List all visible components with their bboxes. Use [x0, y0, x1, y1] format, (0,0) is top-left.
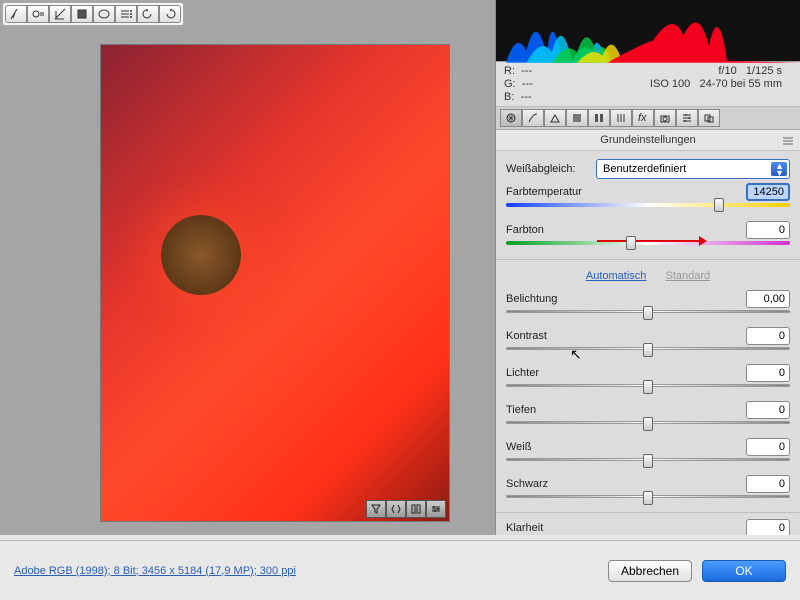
slider-track-2[interactable]: [506, 384, 790, 387]
lens-tab-icon[interactable]: [610, 109, 632, 127]
tint-slider[interactable]: [506, 241, 790, 245]
image-preview[interactable]: [100, 44, 450, 522]
slider-label-1: Kontrast: [506, 330, 547, 342]
slider-handle-2[interactable]: [643, 380, 653, 394]
straighten-tool-icon[interactable]: [71, 5, 93, 23]
aperture: f/10: [718, 65, 736, 77]
chevron-updown-icon: ▲▼: [775, 163, 784, 177]
fx-tab-icon[interactable]: fx: [632, 109, 654, 127]
slider-input-5[interactable]: [746, 475, 790, 493]
panel-menu-icon[interactable]: [782, 136, 794, 149]
slider-label-2: Lichter: [506, 367, 539, 379]
panel-title-text: Grundeinstellungen: [600, 134, 695, 146]
split-tab-icon[interactable]: [588, 109, 610, 127]
rotate-right-icon[interactable]: [159, 5, 181, 23]
shutter: 1/125 s: [746, 65, 782, 77]
temp-label: Farbtemperatur: [506, 186, 582, 198]
tint-label: Farbton: [506, 224, 544, 236]
slider-label-3: Tiefen: [506, 404, 536, 416]
crop-tool-icon[interactable]: [49, 5, 71, 23]
filter-preview-icon[interactable]: [366, 500, 386, 518]
r-value: ---: [521, 65, 532, 77]
cursor-icon: ↖: [570, 346, 582, 363]
b-label: B:: [504, 91, 514, 103]
preferences-tool-icon[interactable]: [115, 5, 137, 23]
slider-track-5[interactable]: [506, 495, 790, 498]
g-label: G:: [504, 78, 516, 90]
slider-handle-3[interactable]: [643, 417, 653, 431]
b-value: ---: [521, 91, 532, 103]
slider-handle-0[interactable]: [643, 306, 653, 320]
tint-handle[interactable]: [626, 236, 636, 250]
slider-track-1[interactable]: [506, 347, 790, 350]
slider-input-3[interactable]: [746, 401, 790, 419]
g-value: ---: [522, 78, 533, 90]
panel-title: Grundeinstellungen: [496, 130, 800, 151]
wb-label: Weißabgleich:: [506, 163, 596, 175]
settings-pane: R: --- G: --- B: --- f/10 1/125 s ISO 10…: [495, 0, 800, 535]
svg-text:fx: fx: [638, 112, 647, 124]
standard-link[interactable]: Standard: [665, 270, 710, 282]
clarity-label: Klarheit: [506, 522, 543, 534]
slider-handle-5[interactable]: [643, 491, 653, 505]
white-balance-tool-icon[interactable]: [5, 5, 27, 23]
slider-input-2[interactable]: [746, 364, 790, 382]
slider-track-4[interactable]: [506, 458, 790, 461]
target-adjust-tool-icon[interactable]: [27, 5, 49, 23]
basic-tab-icon[interactable]: [500, 109, 522, 127]
tint-input[interactable]: [746, 221, 790, 239]
r-label: R:: [504, 65, 515, 77]
annotation-arrow-icon: [597, 240, 699, 242]
rotate-left-icon[interactable]: [137, 5, 159, 23]
auto-link[interactable]: Automatisch: [586, 270, 647, 282]
temp-input[interactable]: [746, 183, 790, 201]
slider-input-0[interactable]: [746, 290, 790, 308]
temp-handle[interactable]: [714, 198, 724, 212]
camera-tab-icon[interactable]: [654, 109, 676, 127]
panel-body: Weißabgleich: Benutzerdefiniert ▲▼ Farbt…: [496, 151, 800, 535]
sliders-preview-icon[interactable]: [426, 500, 446, 518]
wb-select[interactable]: Benutzerdefiniert ▲▼: [596, 159, 790, 179]
slider-label-5: Schwarz: [506, 478, 548, 490]
hsl-tab-icon[interactable]: [566, 109, 588, 127]
slider-track-3[interactable]: [506, 421, 790, 424]
curve-tab-icon[interactable]: [522, 109, 544, 127]
preview-pane: [0, 0, 495, 535]
wb-value: Benutzerdefiniert: [603, 163, 686, 175]
preview-tool-group: [366, 500, 446, 518]
top-toolbar: [2, 2, 184, 26]
slider-input-1[interactable]: [746, 327, 790, 345]
footer: Adobe RGB (1998); 8 Bit; 3456 x 5184 (17…: [0, 540, 800, 600]
ok-button[interactable]: OK: [702, 560, 786, 582]
adjustment-tabs: fx: [496, 106, 800, 130]
histogram[interactable]: [496, 0, 800, 62]
cancel-button[interactable]: Abbrechen: [608, 560, 692, 582]
slider-track-0[interactable]: [506, 310, 790, 313]
spot-heal-tool-icon[interactable]: [93, 5, 115, 23]
levels-preview-icon[interactable]: [406, 500, 426, 518]
slider-handle-1[interactable]: [643, 343, 653, 357]
compare-preview-icon[interactable]: [386, 500, 406, 518]
clarity-input[interactable]: [746, 519, 790, 535]
presets-tab-icon[interactable]: [676, 109, 698, 127]
slider-label-4: Weiß: [506, 441, 531, 453]
exif-info: R: --- G: --- B: --- f/10 1/125 s ISO 10…: [496, 62, 800, 106]
snapshot-tab-icon[interactable]: [698, 109, 720, 127]
detail-tab-icon[interactable]: [544, 109, 566, 127]
slider-label-0: Belichtung: [506, 293, 557, 305]
iso: ISO 100: [650, 78, 690, 90]
lens: 24-70 bei 55 mm: [699, 78, 782, 90]
profile-link[interactable]: Adobe RGB (1998); 8 Bit; 3456 x 5184 (17…: [14, 565, 296, 577]
slider-handle-4[interactable]: [643, 454, 653, 468]
temp-slider[interactable]: [506, 203, 790, 207]
slider-input-4[interactable]: [746, 438, 790, 456]
